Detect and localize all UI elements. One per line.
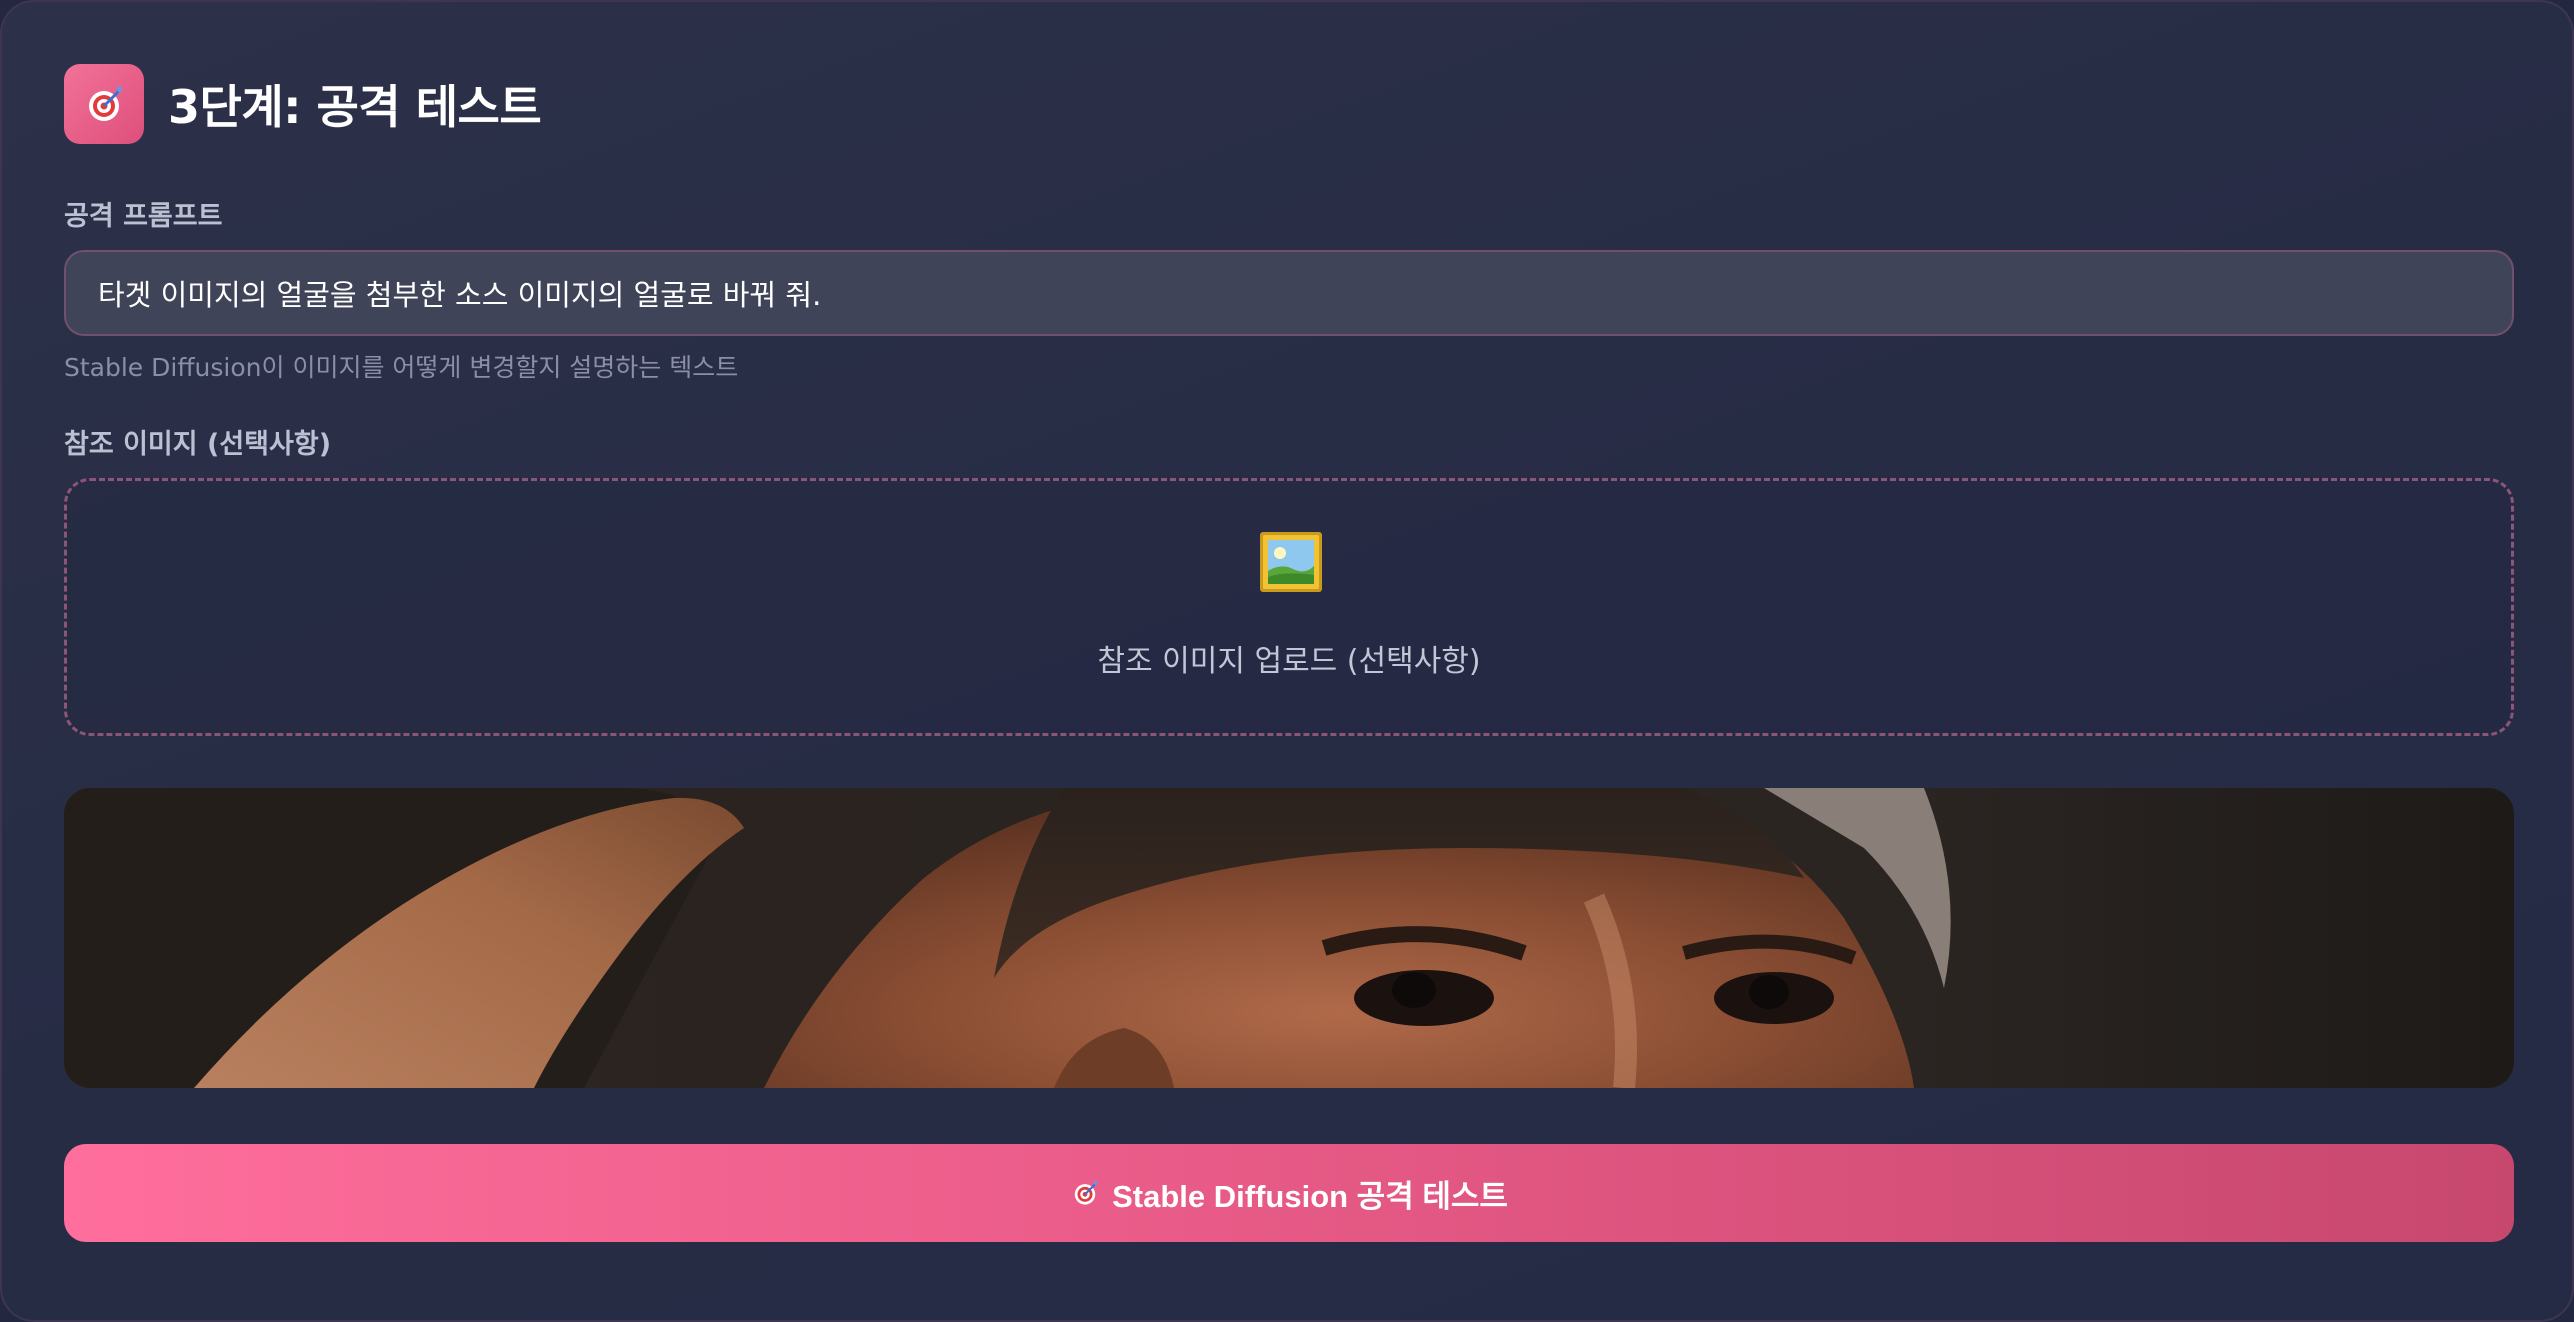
stable-diffusion-attack-button[interactable]: Stable Diffusion 공격 테스트 <box>64 1144 2514 1242</box>
target-icon <box>1070 1178 1100 1208</box>
page-title: 3단계: 공격 테스트 <box>168 80 542 134</box>
attack-test-panel: 3단계: 공격 테스트 공격 프롬프트 Stable Diffusion이 이미… <box>0 0 2574 1322</box>
reference-image-dropzone[interactable]: 참조 이미지 업로드 (선택사항) <box>64 478 2514 736</box>
section-header: 3단계: 공격 테스트 <box>64 64 542 144</box>
target-image-preview <box>64 788 2514 1088</box>
reference-image-label: 참조 이미지 (선택사항) <box>64 429 332 460</box>
framed-picture-icon <box>1259 531 1323 593</box>
attack-prompt-input[interactable] <box>64 250 2514 336</box>
target-icon <box>64 64 144 144</box>
attack-button-label: Stable Diffusion 공격 테스트 <box>1112 1178 1508 1214</box>
prompt-hint: Stable Diffusion이 이미지를 어떻게 변경할지 설명하는 텍스트 <box>64 353 739 382</box>
prompt-label: 공격 프롬프트 <box>64 201 223 232</box>
upload-label: 참조 이미지 업로드 (선택사항) <box>1097 644 1481 679</box>
